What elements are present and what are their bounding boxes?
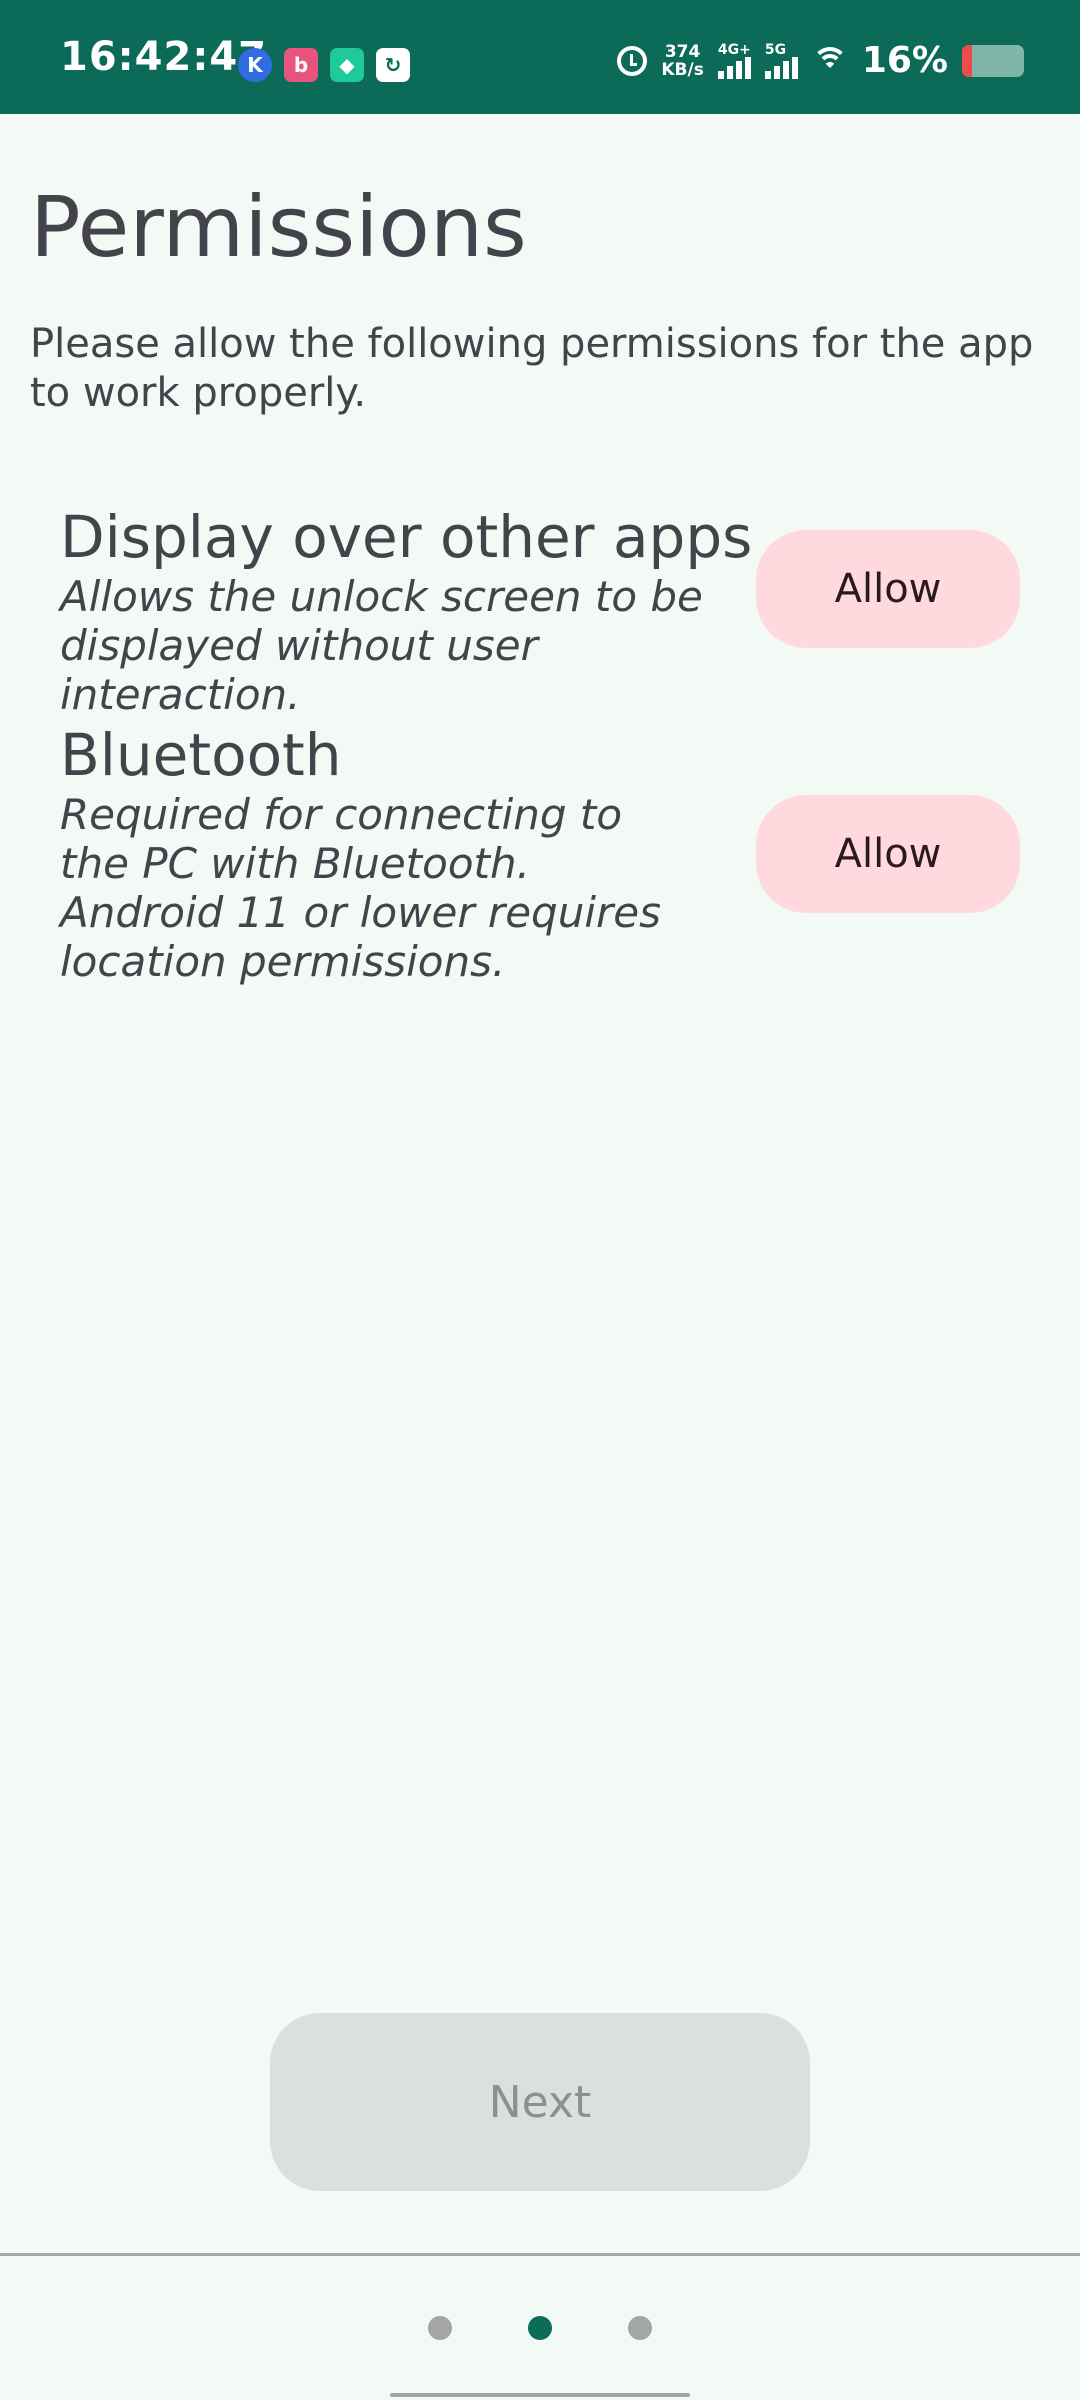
kuwo-app-icon: K	[238, 48, 272, 82]
page-subtitle: Please allow the following permissions f…	[30, 321, 1034, 416]
bilibili-app-icon: b	[284, 48, 318, 82]
next-button[interactable]: Next	[270, 2013, 810, 2191]
signal-bars-icon	[764, 56, 798, 79]
battery-level-fill	[962, 44, 972, 77]
status-indicators: 374 KB/s 4G+ 5G 16%	[617, 40, 1024, 81]
signal-type-label: 5G	[764, 41, 787, 58]
network-speed-unit: KB/s	[661, 59, 704, 80]
home-indicator[interactable]	[390, 2393, 690, 2397]
permission-description: Allows the unlock screen to be displayed…	[60, 572, 703, 719]
page-indicator	[0, 2316, 1080, 2340]
signal-type-label: 4G+	[717, 41, 751, 58]
status-bar: 16:42:47 K b ◆ ↻ 374 KB/s 4G+ 5G 16%	[0, 0, 1080, 114]
cellular-signal-2: 5G	[764, 41, 798, 79]
page-dot-3[interactable]	[628, 2316, 652, 2340]
wifi-icon	[811, 46, 848, 75]
permission-title: Bluetooth	[60, 721, 342, 789]
battery-percent: 16%	[861, 40, 948, 81]
allow-bluetooth-button[interactable]: Allow	[756, 795, 1020, 913]
alarm-icon	[617, 45, 648, 76]
network-speed: 374 KB/s	[661, 43, 703, 79]
footer-divider	[0, 2253, 1080, 2256]
cellular-signal-1: 4G+	[717, 41, 751, 79]
sync-app-icon: ↻	[376, 48, 410, 82]
status-time: 16:42:47	[60, 34, 267, 80]
notification-icons: K b ◆ ↻	[238, 48, 410, 82]
page-title: Permissions	[30, 178, 527, 276]
page-dot-1[interactable]	[428, 2316, 452, 2340]
signal-bars-icon	[717, 56, 751, 79]
network-speed-value: 374	[664, 41, 701, 62]
permission-description: Required for connecting to the PC with B…	[60, 790, 661, 986]
page-dot-2[interactable]	[528, 2316, 552, 2340]
allow-overlay-button[interactable]: Allow	[756, 530, 1020, 648]
security-shield-icon: ◆	[330, 48, 364, 82]
battery-icon	[962, 44, 1024, 77]
